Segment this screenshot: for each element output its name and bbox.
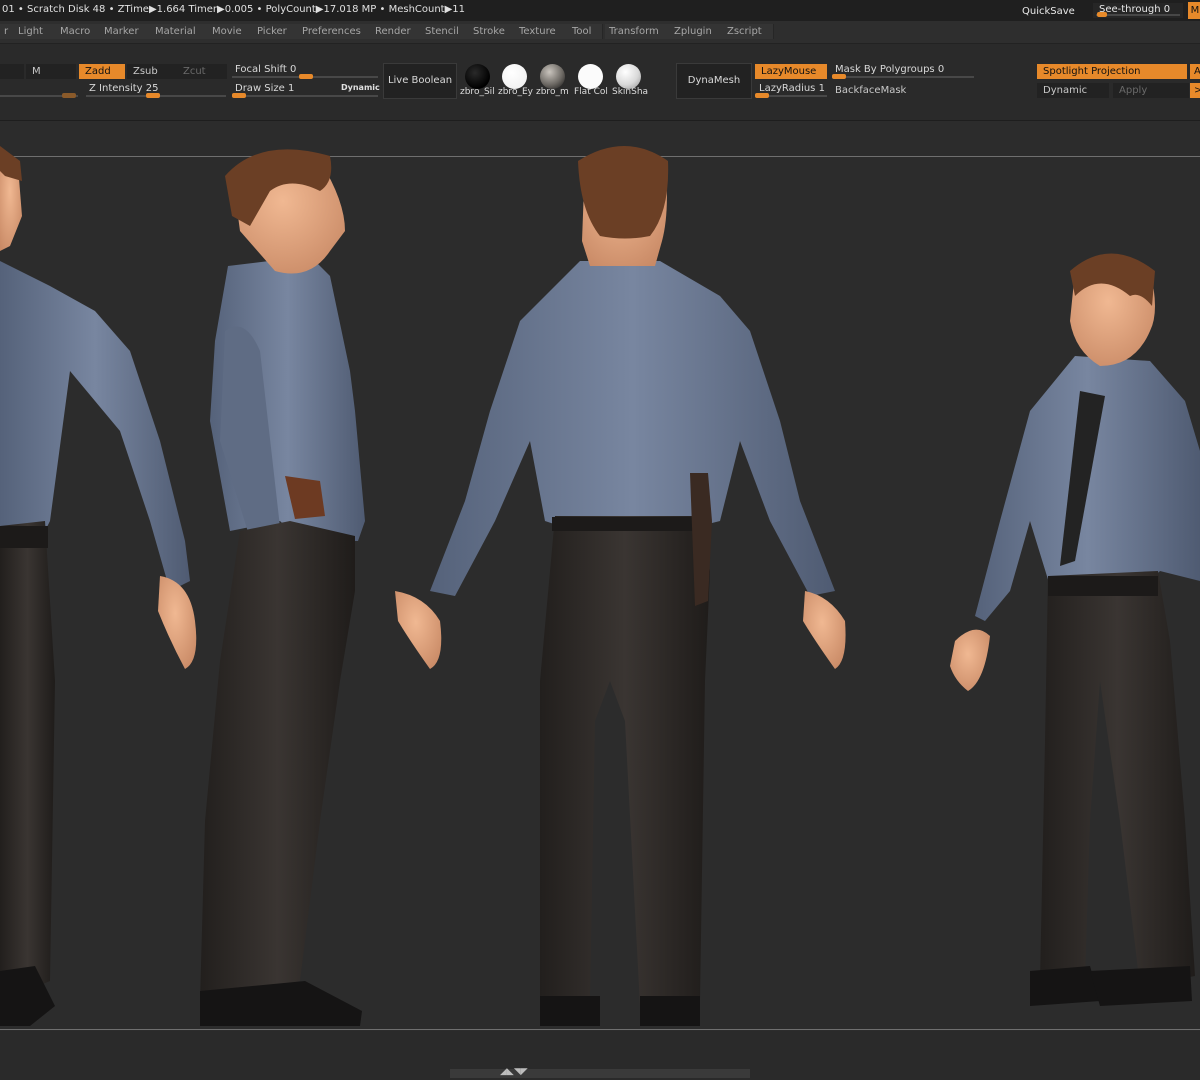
tq-belt [1048, 576, 1158, 596]
menu-item-preferences[interactable]: Preferences [298, 24, 373, 39]
spotlight-dynamic-button[interactable]: Dynamic [1037, 83, 1109, 98]
menu-item-picker[interactable]: Picker [253, 24, 302, 39]
menu-item-macro[interactable]: Macro [56, 24, 105, 39]
menu-item-material[interactable]: Material [151, 24, 210, 39]
tq-shoe-left [1030, 966, 1100, 1006]
material-swatch-skinshade[interactable] [616, 64, 641, 89]
spotlight-a-button[interactable]: A [1190, 64, 1200, 79]
menu-item-stencil[interactable]: Stencil [421, 24, 470, 39]
lazyradius-label: LazyRadius 1 [759, 83, 825, 94]
menu-toggle-button[interactable]: M [1188, 2, 1200, 19]
quicksave-button[interactable]: QuickSave [1022, 6, 1075, 17]
spotlight-projection-button[interactable]: Spotlight Projection [1037, 64, 1187, 79]
lazymouse-button[interactable]: LazyMouse [755, 64, 827, 79]
m-button[interactable]: M [26, 64, 76, 79]
lazyradius-knob[interactable] [755, 93, 769, 98]
menu-item-zplugin[interactable]: Zplugin [670, 24, 725, 39]
material-swatch-flat-color[interactable] [578, 64, 603, 89]
model-turnaround [0, 146, 1200, 1026]
canvas-bottom-border [0, 1029, 1200, 1030]
spotlight-more-button[interactable]: > [1190, 83, 1200, 98]
live-boolean-button[interactable]: Live Boolean [383, 63, 457, 99]
mask-by-polygroups-label: Mask By Polygroups 0 [835, 64, 945, 75]
dynamic-draw-size-toggle[interactable]: Dynamic [341, 83, 380, 92]
tq-hand [950, 629, 990, 691]
rgb-intensity-knob[interactable] [62, 93, 76, 98]
material-swatch-eye[interactable] [502, 64, 527, 89]
menu-item-marker[interactable]: Marker [100, 24, 153, 39]
figure-three-quarter-view [950, 253, 1200, 1006]
see-through-slider[interactable]: See-through 0 [1093, 3, 1183, 18]
material-label-flat-color: Flat Col [574, 87, 608, 97]
mask-by-polygroups-track[interactable] [832, 76, 974, 78]
front-belt [0, 526, 48, 548]
back-shoe-left [540, 996, 600, 1026]
menu-item-transform[interactable]: Transform [605, 24, 672, 39]
bottom-tray-handle[interactable] [450, 1069, 750, 1078]
draw-size-knob[interactable] [232, 93, 246, 98]
figure-side-view [200, 149, 365, 1026]
zcut-button[interactable]: Zcut [177, 64, 227, 79]
figure-back-view [395, 146, 846, 1026]
mask-by-polygroups-knob[interactable] [832, 74, 846, 79]
material-label-skinshade: SkinSha [612, 87, 649, 97]
menu-item-render[interactable]: Render [371, 24, 422, 39]
see-through-track[interactable] [1096, 12, 1180, 17]
dock-arrows-icon[interactable]: ◢◣◥◤ [500, 1067, 528, 1077]
menu-item-zscript[interactable]: Zscript [723, 24, 774, 39]
back-hand-right [803, 591, 846, 669]
focal-shift-label: Focal Shift 0 [235, 64, 297, 75]
material-swatch-silhouette[interactable] [465, 64, 490, 89]
material-swatch-matcap[interactable] [540, 64, 565, 89]
tq-pants [1040, 571, 1195, 986]
menu-item-stroke[interactable]: Stroke [469, 24, 518, 39]
zadd-button[interactable]: Zadd [79, 64, 125, 79]
back-belt [552, 517, 702, 531]
zsub-button[interactable]: Zsub [127, 64, 177, 79]
back-pants [540, 516, 710, 1006]
front-hand [158, 576, 197, 669]
z-intensity-knob[interactable] [146, 93, 160, 98]
menu-item-movie[interactable]: Movie [208, 24, 255, 39]
figure-front-view [0, 146, 197, 1026]
menu-item-tool[interactable]: Tool [568, 24, 603, 39]
backface-mask-button[interactable]: BackfaceMask [829, 83, 911, 98]
document-canvas[interactable] [0, 121, 1200, 1031]
dynamesh-button[interactable]: DynaMesh [676, 63, 752, 99]
spotlight-apply-button[interactable]: Apply [1113, 83, 1189, 98]
status-readout: 01 • Scratch Disk 48 • ZTime▶1.664 Timer… [2, 4, 466, 15]
draw-size-track[interactable] [232, 95, 378, 97]
status-bar: 01 • Scratch Disk 48 • ZTime▶1.664 Timer… [0, 0, 1200, 21]
material-label-eye: zbro_Ey [498, 87, 533, 97]
front-pants [0, 521, 55, 996]
tq-shoe-right [1090, 966, 1192, 1006]
back-shoe-right [640, 996, 700, 1026]
back-hand-left [395, 591, 442, 669]
material-label-matcap: zbro_m [536, 87, 569, 97]
rgb-partial-button[interactable] [0, 64, 24, 79]
top-shelf: M Zadd Zsub Zcut Z Intensity 25 Focal Sh… [0, 44, 1200, 121]
menu-bar: r Light Macro Marker Material Movie Pick… [0, 21, 1200, 44]
menu-item-texture[interactable]: Texture [515, 24, 570, 39]
see-through-knob[interactable] [1097, 12, 1107, 17]
bottom-shelf: ◢◣◥◤ [0, 1031, 1200, 1080]
focal-shift-knob[interactable] [299, 74, 313, 79]
side-pants [200, 521, 355, 1001]
material-label-silhouette: zbro_Sil [460, 87, 495, 97]
